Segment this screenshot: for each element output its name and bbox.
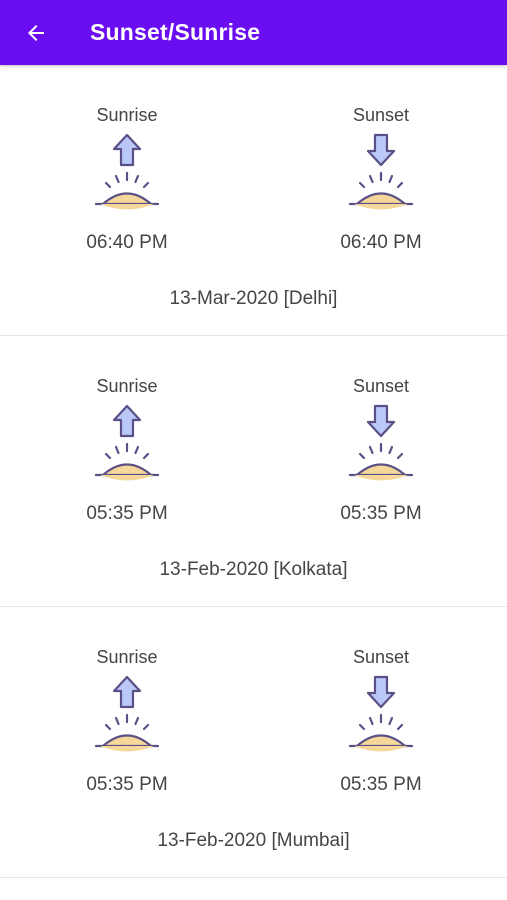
sunset-time: 06:40 PM	[340, 232, 422, 253]
list-item[interactable]: Sunrise 06:40 PM Sunset 06:40 PM 13-Mar-…	[0, 65, 507, 336]
sun-times-list: Sunrise 06:40 PM Sunset 06:40 PM 13-Mar-…	[0, 65, 507, 878]
sunset-time: 05:35 PM	[340, 503, 422, 524]
sunrise-label: Sunrise	[96, 105, 158, 125]
sunrise-time: 06:40 PM	[86, 232, 168, 253]
arrow-left-icon	[28, 24, 44, 41]
sunrise-label: Sunrise	[96, 647, 158, 667]
sunrise-column: Sunrise 05:35 PM	[47, 645, 207, 797]
sunset-time: 05:35 PM	[340, 774, 422, 795]
app-bar: Sunset/Sunrise	[0, 0, 507, 65]
sunset-column: Sunset 05:35 PM	[301, 645, 461, 797]
sunrise-time: 05:35 PM	[86, 503, 168, 524]
page-title: Sunset/Sunrise	[90, 19, 261, 45]
sunset-icon	[348, 675, 414, 752]
date-location: 13-Feb-2020 [Mumbai]	[157, 830, 350, 851]
list-item[interactable]: Sunrise 05:35 PM Sunset 05:35 PM 13-Feb-…	[0, 607, 507, 878]
sunrise-column: Sunrise 05:35 PM	[47, 374, 207, 526]
date-location: 13-Feb-2020 [Kolkata]	[159, 559, 348, 580]
sunset-column: Sunset 06:40 PM	[301, 103, 461, 255]
sunrise-icon	[94, 404, 160, 481]
sunset-column: Sunset 05:35 PM	[301, 374, 461, 526]
sunset-label: Sunset	[352, 105, 410, 125]
back-button[interactable]	[0, 0, 72, 65]
sunrise-icon	[94, 675, 160, 752]
sunrise-time: 05:35 PM	[86, 774, 168, 795]
list-item[interactable]: Sunrise 05:35 PM Sunset 05:35 PM 13-Feb-…	[0, 336, 507, 607]
sunset-label: Sunset	[352, 647, 410, 667]
sunset-icon	[348, 133, 414, 210]
sunrise-column: Sunrise 06:40 PM	[47, 103, 207, 255]
date-location: 13-Mar-2020 [Delhi]	[169, 288, 338, 309]
sunrise-label: Sunrise	[96, 376, 158, 396]
sunrise-icon	[94, 133, 160, 210]
sunset-label: Sunset	[352, 376, 410, 396]
sunset-icon	[348, 404, 414, 481]
